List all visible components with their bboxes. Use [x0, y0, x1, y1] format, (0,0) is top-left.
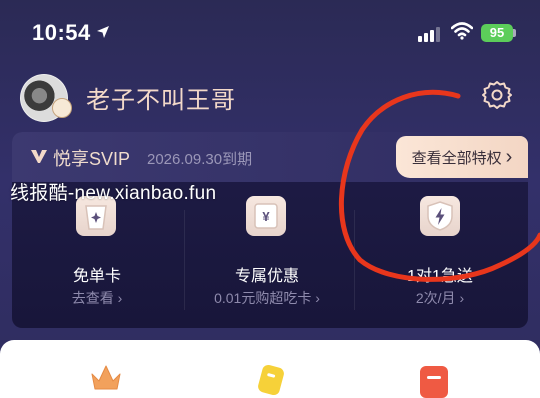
chevron-right-icon: › — [315, 290, 320, 306]
vip-title: 悦享SVIP — [53, 149, 131, 169]
chevron-right-icon: › — [459, 290, 465, 306]
cellular-signal-icon — [418, 24, 440, 42]
chevron-right-icon: › — [117, 290, 123, 306]
benefit-exclusive-discount-sub-label: 0.01元购超吃卡 — [214, 290, 312, 306]
battery-indicator: 95 — [481, 24, 513, 42]
benefit-express-delivery-sub[interactable]: 2次/月 › — [360, 288, 520, 308]
divider — [184, 210, 185, 310]
battery-cap — [513, 29, 516, 37]
chevron-right-icon: › — [505, 146, 513, 168]
coupon-yellow-icon[interactable] — [254, 362, 288, 396]
view-all-privileges-label: 查看全部特权 — [411, 149, 502, 167]
red-packet-icon[interactable] — [418, 364, 450, 398]
benefit-exclusive-discount-sub[interactable]: 0.01元购超吃卡 › — [187, 288, 347, 308]
lightning-shield-icon — [420, 196, 460, 236]
benefit-free-card-sub-label: 去查看 — [71, 290, 114, 306]
location-arrow-icon — [97, 26, 109, 38]
benefit-express-delivery-sub-label: 2次/月 — [415, 290, 456, 306]
username[interactable]: 老子不叫王哥 — [86, 80, 236, 115]
status-time: 10:54 — [32, 20, 91, 45]
gear-icon[interactable] — [481, 79, 513, 111]
wifi-icon — [451, 22, 473, 40]
benefit-exclusive-discount[interactable]: ¥ — [246, 196, 286, 236]
benefit-express-delivery-title: 1对1急送 — [407, 268, 473, 285]
crown-icon[interactable] — [89, 362, 123, 392]
vip-logo-icon — [31, 150, 47, 163]
coupon-icon: ¥ — [246, 196, 286, 236]
avatar-badge-icon — [52, 98, 72, 118]
benefit-free-card-sub[interactable]: 去查看 › — [17, 288, 177, 308]
svg-text:¥: ¥ — [262, 209, 270, 224]
benefit-exclusive-discount-title: 专属优惠 — [234, 268, 299, 285]
watermark-text: 线报酷-new.xianbao.fun — [10, 183, 217, 204]
divider — [354, 210, 355, 310]
view-all-privileges-button[interactable]: 查看全部特权 › — [396, 136, 528, 178]
vip-expire-date: 2026.09.30到期 — [147, 151, 253, 168]
benefit-free-card-title: 免单卡 — [72, 268, 121, 285]
benefit-express-delivery[interactable] — [420, 196, 460, 236]
